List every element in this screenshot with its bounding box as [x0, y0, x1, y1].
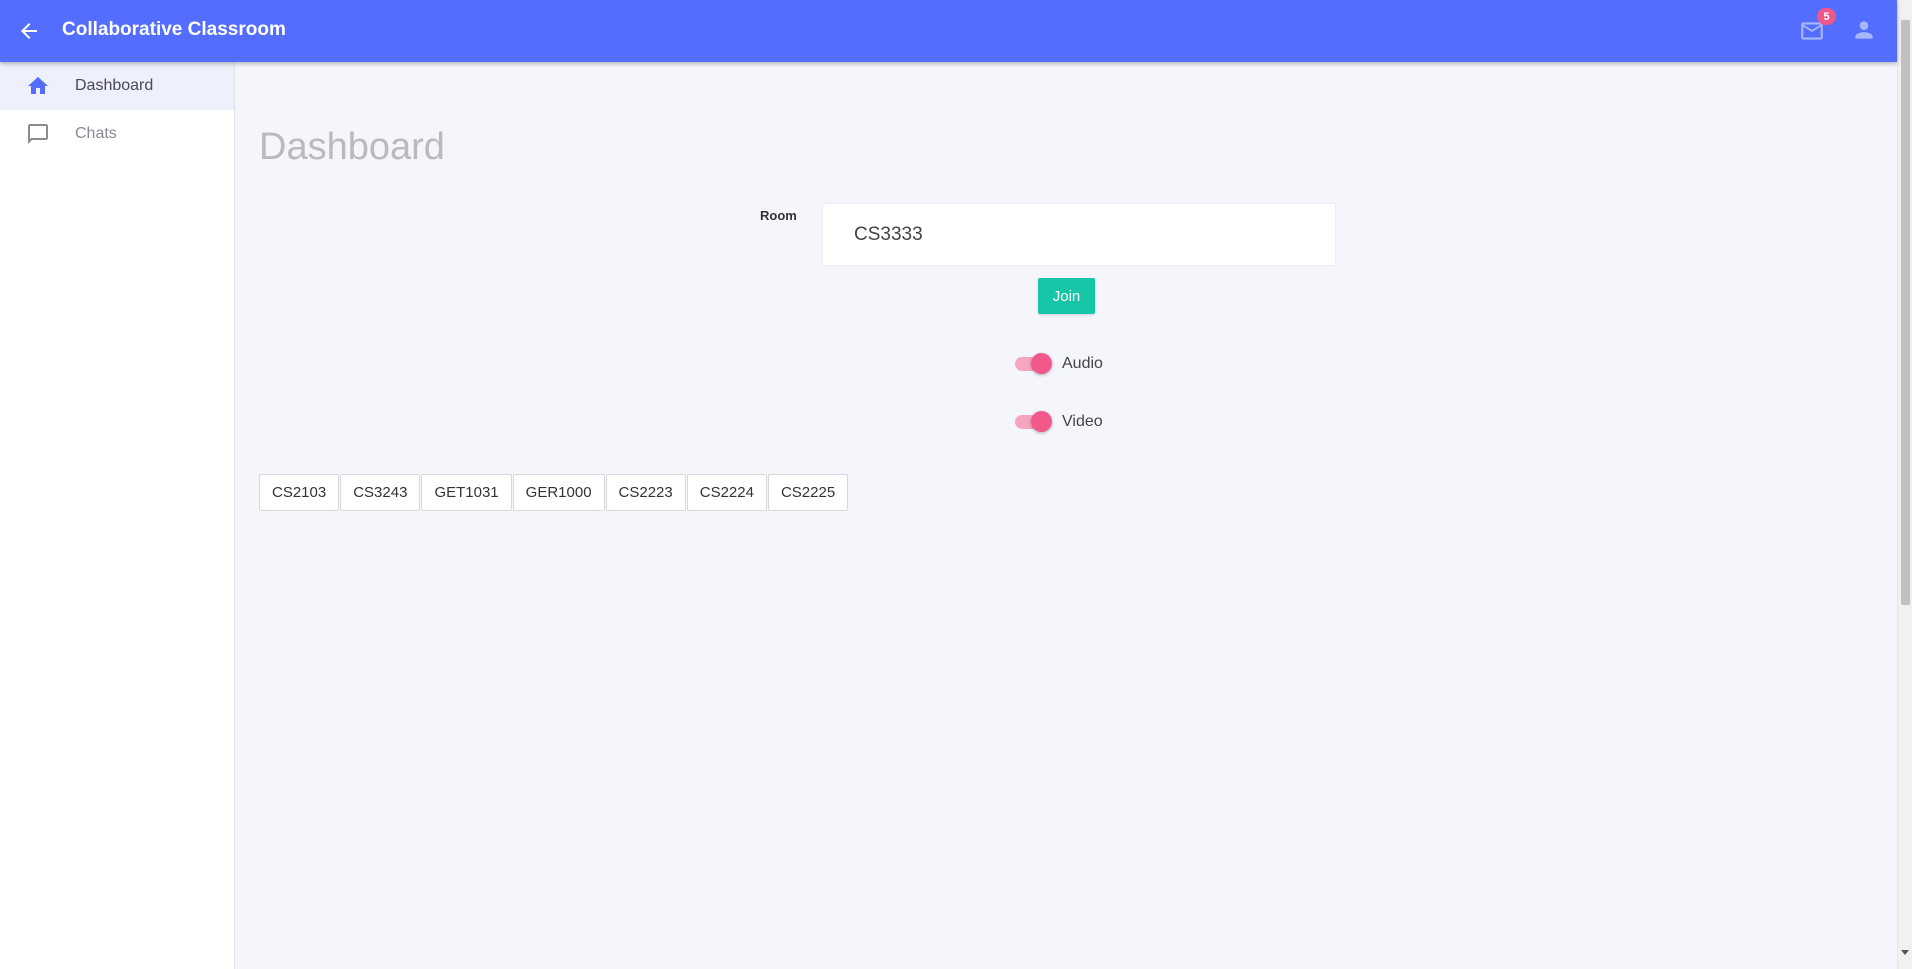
sidebar-item-label: Dashboard	[75, 77, 154, 94]
audio-switch[interactable]	[1015, 353, 1052, 374]
account-button[interactable]	[1849, 15, 1879, 45]
room-chip-list: CS2103 CS3243 GET1031 GER1000 CS2223 CS2…	[259, 474, 849, 511]
room-chip[interactable]: CS3243	[340, 474, 421, 511]
app-bar: Collaborative Classroom 5	[0, 0, 1897, 62]
video-switch-thumb	[1031, 411, 1052, 432]
audio-label: Audio	[1062, 355, 1103, 372]
video-toggle[interactable]: Video	[1015, 411, 1103, 432]
scrollbar-thumb[interactable]	[1901, 20, 1910, 605]
person-icon	[1855, 21, 1873, 39]
app-title: Collaborative Classroom	[62, 19, 286, 40]
room-chip[interactable]: GER1000	[512, 474, 605, 511]
sidebar: Dashboard Chats	[0, 62, 235, 969]
room-chip[interactable]: CS2224	[686, 474, 767, 511]
home-icon	[28, 77, 48, 94]
chat-icon	[28, 124, 48, 144]
audio-switch-thumb	[1031, 353, 1052, 374]
sidebar-item-chats[interactable]: Chats	[0, 110, 234, 158]
room-chip[interactable]: CS2223	[605, 474, 686, 511]
audio-toggle[interactable]: Audio	[1015, 353, 1103, 374]
video-switch[interactable]	[1015, 411, 1052, 432]
room-chip[interactable]: CS2103	[259, 474, 340, 511]
room-chip[interactable]: GET1031	[421, 474, 512, 511]
sidebar-item-label: Chats	[75, 125, 117, 142]
room-input[interactable]	[822, 203, 1336, 266]
back-button[interactable]	[14, 16, 44, 46]
main-content: Dashboard Room Join Audio Video CS2103 C…	[236, 62, 1897, 969]
page-title: Dashboard	[259, 126, 445, 168]
room-label: Room	[760, 208, 797, 223]
room-chip[interactable]: CS2225	[767, 474, 849, 511]
video-label: Video	[1062, 413, 1103, 430]
sidebar-item-dashboard[interactable]: Dashboard	[0, 62, 234, 110]
arrow-back-icon	[21, 23, 37, 39]
join-button[interactable]: Join	[1038, 278, 1095, 314]
mail-badge: 5	[1817, 8, 1836, 25]
page-scrollbar[interactable]	[1897, 0, 1912, 969]
scroll-down-icon[interactable]	[1901, 950, 1909, 955]
